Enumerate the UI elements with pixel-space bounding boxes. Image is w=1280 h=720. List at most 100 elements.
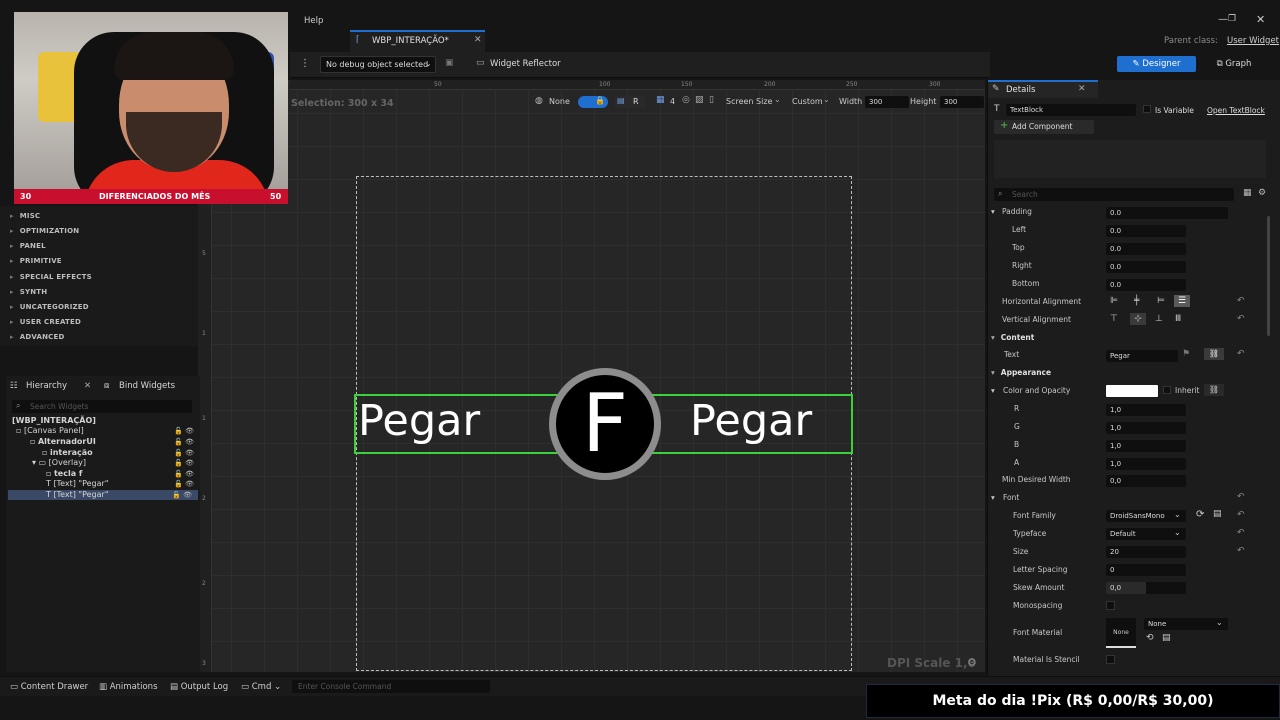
text-input[interactable]: Pegar [1106, 350, 1178, 362]
cmd-dropdown[interactable]: ▭ Cmd ⌄ [241, 677, 281, 697]
font-material-dropdown[interactable]: None ⌄ [1144, 618, 1228, 630]
refresh-icon[interactable]: ⟳ [1196, 509, 1204, 520]
screenshot-icon[interactable]: ▨ [695, 95, 704, 105]
lock-visibility-icons[interactable]: 🔓 👁 [174, 479, 194, 489]
align-bottom-icon[interactable]: ⊥ [1155, 314, 1163, 324]
skew-amount-slider[interactable]: 0,0 [1106, 582, 1186, 594]
font-material-thumbnail[interactable]: None [1106, 618, 1136, 648]
graph-button[interactable]: ⧉ Graph [1207, 56, 1261, 72]
tree-item[interactable]: ▫ tecla f 🔓 👁 [46, 469, 200, 479]
parent-class-link[interactable]: User Widget [1227, 36, 1279, 46]
align-center-icon[interactable]: ╪ [1134, 296, 1139, 306]
palette-category[interactable]: SPECIAL EFFECTS [10, 273, 92, 281]
respect-locks-button[interactable]: ▤ R [615, 96, 645, 108]
console-input[interactable]: Enter Console Command [292, 680, 490, 693]
none-label[interactable]: None [549, 97, 570, 106]
align-middle-icon[interactable]: ⊹ [1130, 313, 1146, 325]
reset-icon[interactable]: ↶ [1237, 546, 1245, 556]
tree-item[interactable]: [WBP_INTERAÇÃO] [12, 416, 200, 426]
is-variable-checkbox[interactable] [1143, 105, 1151, 113]
details-scrollbar[interactable] [1267, 216, 1270, 336]
animations-button[interactable]: ▥ Animations [99, 677, 158, 697]
browse-folder-icon[interactable]: ▤ [1162, 633, 1171, 643]
reset-icon[interactable]: ↶ [1237, 510, 1245, 520]
flag-icon[interactable]: ⚑ [1182, 349, 1190, 359]
close-tab-icon[interactable]: ✕ [474, 35, 482, 45]
align-left-icon[interactable]: ⊫ [1110, 296, 1118, 306]
lock-visibility-icons[interactable]: 🔓 👁 [174, 469, 194, 479]
lock-visibility-icons[interactable]: 🔓 👁 [174, 426, 194, 436]
close-hierarchy-icon[interactable]: ✕ [84, 376, 91, 396]
appearance-section[interactable]: Appearance [991, 365, 1051, 381]
palette-category[interactable]: USER CREATED [10, 318, 81, 326]
left-input[interactable]: 0.0 [1106, 225, 1186, 237]
widget-reflector-button[interactable]: Widget Reflector [490, 59, 561, 69]
zoom-fit-icon[interactable]: ◎ [682, 95, 690, 105]
tab-wbp-interacao[interactable]: ⌈ WBP_INTERAÇÃO* ✕ [350, 30, 485, 52]
designer-button[interactable]: ✎ Designer [1117, 56, 1196, 72]
reset-icon[interactable]: ↶ [1237, 296, 1245, 306]
b-input[interactable]: 1,0 [1106, 440, 1186, 452]
folder-icon[interactable]: ▤ [1213, 509, 1222, 519]
content-drawer-button[interactable]: ▭ Content Drawer [10, 677, 88, 697]
align-top-icon[interactable]: ⊤ [1110, 314, 1118, 324]
top-input[interactable]: 0.0 [1106, 243, 1186, 255]
palette-category[interactable]: OPTIMIZATION [10, 227, 79, 235]
gear-icon[interactable]: ⚙ [967, 656, 977, 669]
padding-expander[interactable]: ▾ [991, 204, 995, 220]
tab-bind-widgets[interactable]: Bind Widgets [119, 376, 175, 396]
palette-category[interactable]: PRIMITIVE [10, 257, 62, 265]
close-details-icon[interactable]: ✕ [1078, 84, 1086, 94]
more-options-icon[interactable]: ⋮ [300, 58, 310, 69]
letter-spacing-input[interactable]: 0 [1106, 564, 1186, 576]
output-log-button[interactable]: ▤ Output Log [170, 677, 228, 697]
debug-object-dropdown[interactable]: No debug object selected ⌄ [320, 56, 436, 73]
tab-details[interactable]: ✎ Details ✕ [988, 80, 1098, 98]
reset-icon[interactable]: ↶ [1237, 314, 1245, 324]
tree-item-selected[interactable]: T [Text] "Pegar" 🔓 👁 [8, 490, 198, 500]
palette-category[interactable]: PANEL [10, 242, 46, 250]
stencil-checkbox[interactable] [1106, 655, 1115, 664]
align-right-icon[interactable]: ⊨ [1157, 296, 1165, 306]
align-vfill-icon[interactable]: Ⅲ [1175, 314, 1181, 324]
tree-item[interactable]: ▫ AlternadorUI 🔓 👁 [30, 437, 200, 447]
menu-help[interactable]: Help [304, 16, 323, 26]
color-expander[interactable]: ▾ [991, 383, 995, 399]
fill-mode-dropdown[interactable]: Custom [792, 97, 823, 106]
size-input[interactable]: 20 [1106, 546, 1186, 558]
tree-item[interactable]: ▫ [Canvas Panel] 🔓 👁 [16, 426, 200, 436]
min-desired-width-input[interactable]: 0,0 [1106, 475, 1186, 487]
reset-icon[interactable]: ↶ [1237, 528, 1245, 538]
g-input[interactable]: 1,0 [1106, 422, 1186, 434]
height-input[interactable]: 300 [940, 96, 984, 108]
content-section[interactable]: Content [991, 330, 1035, 346]
restore-icon[interactable]: ❐ [1228, 14, 1236, 24]
tree-item[interactable]: ▫ interação 🔓 👁 [42, 448, 200, 458]
lock-visibility-icons[interactable]: 🔓 👁 [174, 448, 194, 458]
lock-visibility-icons[interactable]: 🔓 👁 [172, 490, 192, 500]
open-textblock-link[interactable]: Open TextBlock [1207, 106, 1265, 115]
add-component-button[interactable]: + Add Component [994, 120, 1094, 134]
table-view-icon[interactable]: ▦ [1243, 188, 1252, 198]
component-name-input[interactable]: TextBlock [1006, 104, 1136, 116]
pegar-text-right[interactable]: Pegar [690, 396, 812, 446]
align-fill-icon[interactable]: ☰ [1174, 295, 1190, 307]
grid-size-value[interactable]: 4 [670, 97, 675, 106]
phone-icon[interactable]: ▯ [709, 95, 714, 105]
bottom-input[interactable]: 0.0 [1106, 279, 1186, 291]
bind-link-icon[interactable]: ⛓ [1204, 384, 1224, 396]
lock-visibility-icons[interactable]: 🔓 👁 [174, 458, 194, 468]
inherit-checkbox[interactable] [1163, 386, 1171, 394]
screen-size-dropdown[interactable]: Screen Size [726, 97, 772, 106]
palette-category[interactable]: ADVANCED [10, 333, 65, 341]
bind-link-icon[interactable]: ⛓ [1204, 348, 1224, 360]
r-input[interactable]: 1,0 [1106, 404, 1186, 416]
palette-category[interactable]: MISC [10, 212, 40, 220]
close-window-icon[interactable]: ✕ [1256, 13, 1265, 26]
palette-category[interactable]: UNCATEGORIZED [10, 303, 89, 311]
details-search-field[interactable]: ⌕ Search [994, 188, 1234, 201]
monospacing-checkbox[interactable] [1106, 601, 1115, 610]
tree-item[interactable]: T [Text] "Pegar" 🔓 👁 [46, 479, 200, 489]
use-selected-icon[interactable]: ⟲ [1146, 633, 1154, 643]
width-input[interactable]: 300 [865, 96, 909, 108]
